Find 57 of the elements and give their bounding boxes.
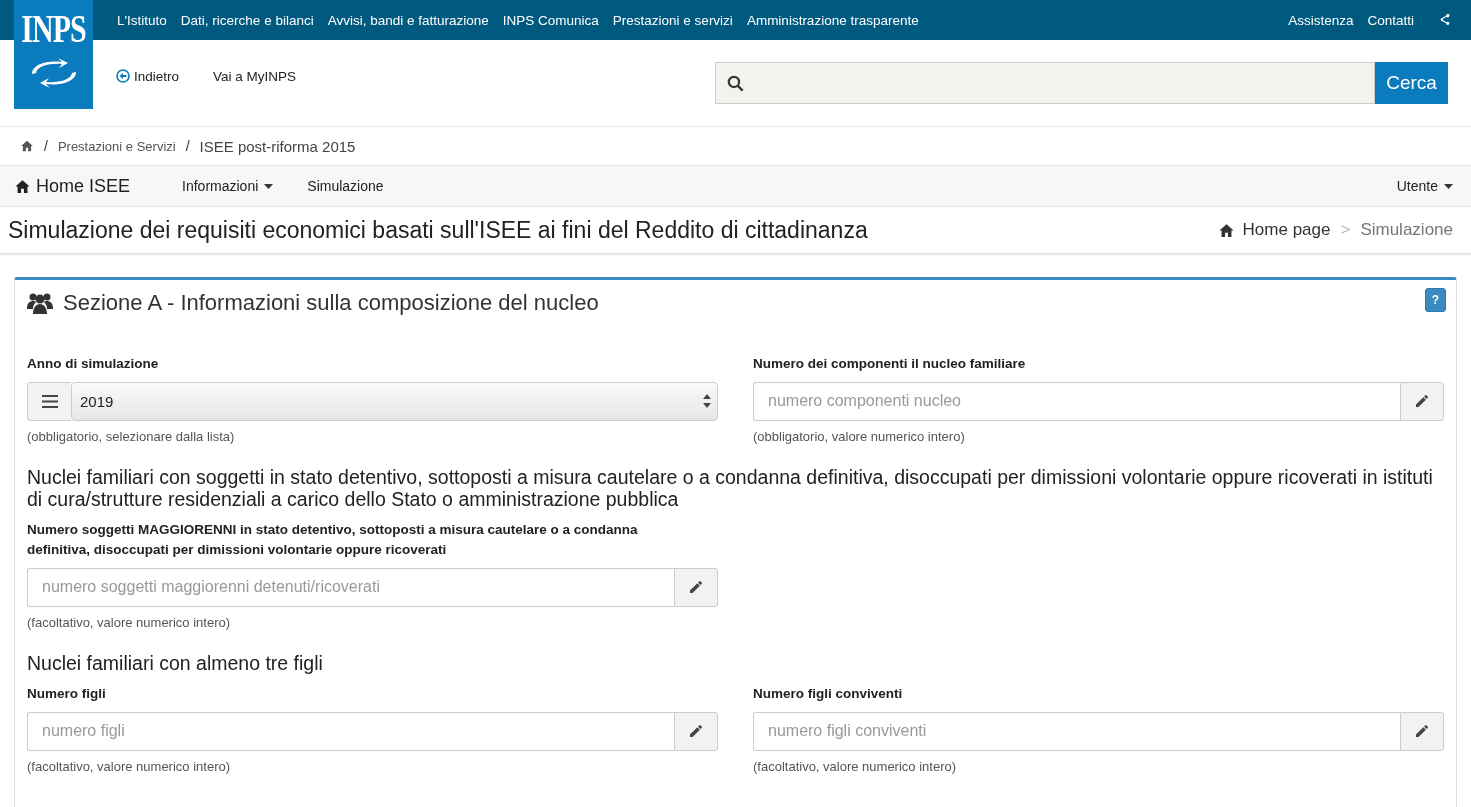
field-hint: (obbligatorio, selezionare dalla lista) [27, 428, 236, 444]
breadcrumb-separator: / [44, 138, 48, 154]
top-nav-link[interactable]: Amministrazione trasparente [746, 12, 919, 28]
breadcrumb-current: ISEE post-riforma 2015 [199, 137, 356, 155]
home-icon [14, 177, 31, 195]
pencil-icon [688, 579, 704, 596]
search-field[interactable] [715, 62, 1375, 104]
caret-icon [1444, 183, 1453, 189]
home-icon [1217, 221, 1235, 239]
pencil-icon [688, 723, 704, 739]
input-field[interactable]: numero soggetti maggiorenni detenuti/ricoverati [27, 567, 674, 607]
field-hint: (facoltativo, valore numerico intero) [27, 758, 232, 774]
top-nav-link[interactable]: Assistenza [1288, 12, 1354, 28]
top-nav-link[interactable]: Avvisi, bandi e fatturazione [327, 12, 489, 28]
menu-icon [41, 394, 58, 408]
sort-arrows-icon [703, 394, 711, 409]
page-title: Simulazione dei requisiti economici basati sull'ISEE ai fini del Reddito di cittadinanza [8, 216, 869, 244]
brand-link[interactable]: Home ISEE [14, 175, 131, 197]
top-nav-link[interactable]: L'Istituto [117, 12, 167, 28]
top-nav-link[interactable]: Dati, ricerche e bilanci [180, 12, 314, 28]
field-label: Numero soggetti MAGGIORENNI in stato detentivo, sottoposti a misura cautelare o a condanna definitiva, disoccupati per dimissioni volontarie oppure ricoverati [27, 521, 639, 559]
share-icon[interactable] [1438, 12, 1451, 26]
search-button[interactable]: Cerca [1375, 62, 1448, 104]
users-icon [27, 292, 53, 314]
myinps-link[interactable]: Vai a MyINPS [213, 68, 297, 84]
section-title: Sezione A - Informazioni sulla composizione del nucleo [63, 290, 599, 316]
breadcrumb-separator: / [185, 138, 190, 154]
input-field[interactable]: numero figli [27, 711, 674, 751]
search-icon [726, 73, 745, 93]
back-circle-icon [116, 69, 130, 83]
help-button[interactable]: ? [1425, 288, 1446, 312]
top-nav-link[interactable]: Prestazioni e servizi [612, 12, 733, 28]
field-label: Numero figli conviventi [753, 684, 904, 703]
nav-item[interactable]: Simulazione [307, 178, 384, 194]
input-field[interactable]: numero componenti nucleo [753, 381, 1400, 421]
top-nav-link[interactable]: INPS Comunica [502, 12, 599, 28]
subsection-heading: Nuclei familiari con soggetti in stato detentivo, sottoposti a misura cautelare o a condanna definitiva, disoccupati per dimissioni volontarie oppure ricoverati in istituti di cura/strutture residenziali a carico dello Stato o amministrazione pubblica [27, 465, 1434, 511]
subsection-heading: Nuclei familiari con almeno tre figli [27, 651, 324, 674]
logo[interactable]: INPS [14, 0, 93, 109]
user-menu[interactable]: Utente [1396, 178, 1453, 194]
field-label: Numero dei componenti il nucleo familiare [753, 355, 1027, 373]
home-icon [20, 139, 34, 153]
breadcrumb-link[interactable]: Home page [1217, 220, 1331, 240]
breadcrumb-link[interactable]: Prestazioni e Servizi [57, 138, 176, 154]
field-hint: (facoltativo, valore numerico intero) [27, 614, 232, 630]
field-hint: (obbligatorio, valore numerico intero) [753, 428, 966, 444]
field-hint: (facoltativo, valore numerico intero) [753, 758, 958, 774]
back-link[interactable]: Indietro [116, 68, 180, 84]
pencil-icon [1414, 723, 1430, 739]
top-nav-link[interactable]: Contatti [1367, 12, 1414, 28]
breadcrumb-separator: > [1340, 220, 1351, 240]
field-label: Anno di simulazione [27, 355, 160, 373]
breadcrumb-current: Simulazione [1360, 220, 1453, 240]
pencil-icon [1414, 393, 1430, 410]
nav-item[interactable]: Informazioni [182, 178, 274, 194]
field-label: Numero figli [27, 684, 107, 703]
input-field[interactable]: numero figli conviventi [753, 711, 1400, 751]
